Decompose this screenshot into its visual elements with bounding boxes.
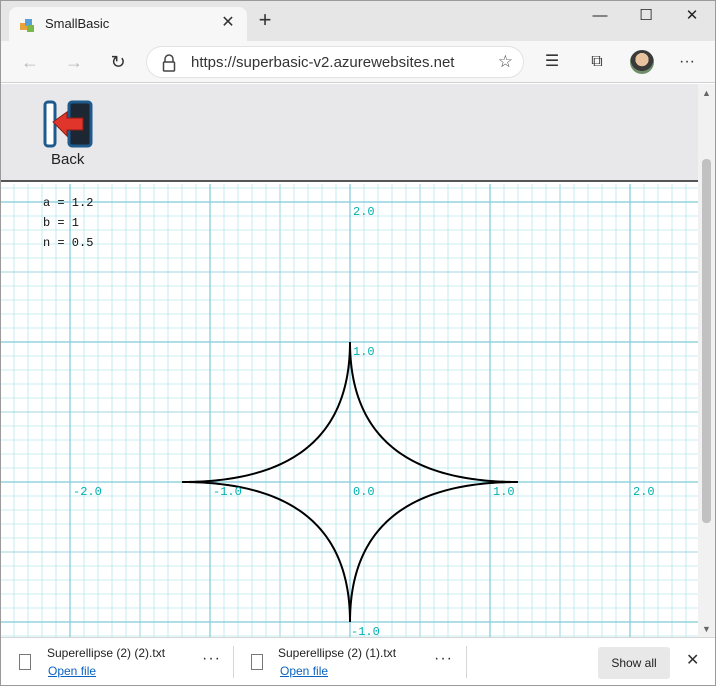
open-file-link[interactable]: Open file	[48, 664, 96, 678]
smallbasic-logo-icon	[20, 19, 34, 32]
show-all-button[interactable]: Show all	[598, 647, 670, 679]
scrollbar-thumb[interactable]	[702, 159, 711, 523]
close-window-button[interactable]: ✕	[669, 1, 715, 33]
back-button-label[interactable]: Back	[51, 151, 84, 168]
y-tick-label: 2.0	[353, 205, 375, 219]
major-grid	[1, 184, 698, 637]
scroll-up-icon[interactable]: ▲	[702, 88, 711, 98]
download-item[interactable]: Superellipse (2) (2).txt Open file ···	[19, 638, 229, 685]
address-bar[interactable]: https://superbasic-v2.azurewebsites.net …	[146, 46, 524, 78]
close-download-bar-icon[interactable]: ✕	[686, 650, 699, 670]
download-more-icon[interactable]: ···	[202, 650, 221, 668]
active-tab[interactable]: SmallBasic ✕	[9, 7, 247, 41]
scroll-down-icon[interactable]: ▼	[702, 624, 711, 634]
download-bar: Superellipse (2) (2).txt Open file ··· S…	[1, 637, 715, 685]
url-text[interactable]: https://superbasic-v2.azurewebsites.net	[191, 54, 454, 71]
x-tick-label: 2.0	[633, 485, 655, 499]
collections-icon[interactable]: ⧉	[584, 49, 610, 75]
app-toolbar: Back	[1, 84, 698, 182]
param-a: a = 1.2	[43, 196, 94, 210]
file-icon	[19, 654, 31, 670]
file-icon	[251, 654, 263, 670]
y-tick-label: 1.0	[353, 345, 375, 359]
download-filename: Superellipse (2) (2).txt	[47, 646, 166, 660]
favorite-star-icon[interactable]: ☆	[498, 52, 513, 72]
x-tick-label: 0.0	[353, 485, 375, 499]
x-tick-label: -1.0	[213, 485, 242, 499]
divider	[466, 646, 467, 678]
forward-arrow-icon[interactable]: →	[59, 47, 89, 77]
x-tick-label: 1.0	[493, 485, 515, 499]
divider	[233, 646, 234, 678]
download-filename: Superellipse (2) (1).txt	[278, 646, 397, 660]
param-b: b = 1	[43, 216, 80, 230]
refresh-icon[interactable]: ↻	[103, 47, 133, 77]
open-file-link[interactable]: Open file	[280, 664, 328, 678]
browser-toolbar: ← → ↻ https://superbasic-v2.azurewebsite…	[1, 41, 715, 83]
param-n: n = 0.5	[43, 236, 94, 250]
profile-avatar[interactable]	[630, 50, 654, 74]
more-options-icon[interactable]: ···	[674, 49, 700, 75]
page-content: Back a = 1.2 b = 1 n = 0.5 -2.0 -1.0 0.0…	[1, 84, 715, 639]
download-item[interactable]: Superellipse (2) (1).txt Open file ···	[251, 638, 461, 685]
browser-window: SmallBasic ✕ + — ☐ ✕ ← → ↻ https://super…	[0, 0, 716, 686]
x-tick-label: -2.0	[73, 485, 102, 499]
new-tab-button[interactable]: +	[253, 9, 277, 33]
tab-title: SmallBasic	[45, 16, 110, 31]
minimize-button[interactable]: —	[577, 1, 623, 33]
back-arrow-icon[interactable]: ←	[15, 47, 45, 77]
favorites-list-icon[interactable]: ☰	[539, 49, 565, 75]
tab-close-icon[interactable]: ✕	[217, 12, 239, 34]
plot-canvas	[1, 184, 698, 637]
lock-icon	[162, 54, 176, 72]
title-bar: SmallBasic ✕ + — ☐ ✕	[1, 1, 715, 41]
download-more-icon[interactable]: ···	[434, 650, 453, 668]
maximize-button[interactable]: ☐	[623, 1, 669, 33]
vertical-scrollbar[interactable]: ▲ ▼	[698, 84, 715, 637]
